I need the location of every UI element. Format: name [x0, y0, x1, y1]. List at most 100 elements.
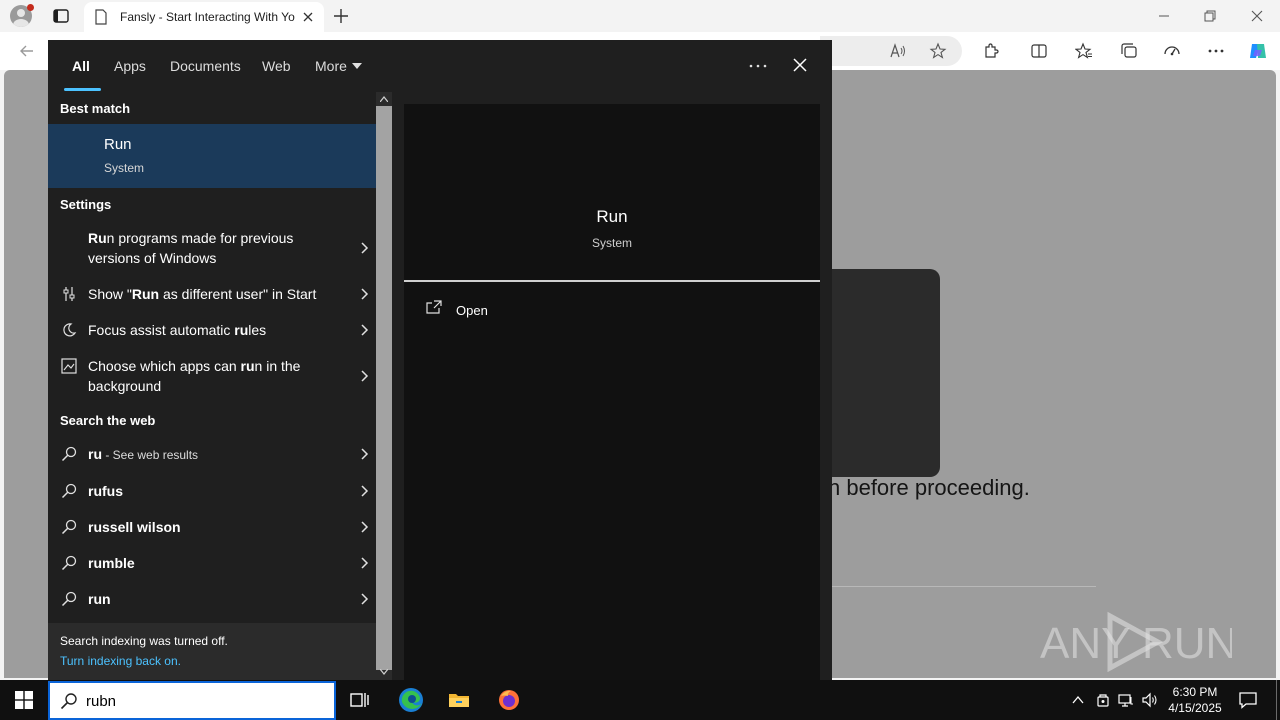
search-icon	[61, 446, 77, 462]
task-view-icon[interactable]	[348, 688, 372, 712]
web-result-item[interactable]: rufus	[48, 481, 376, 505]
web-result-item[interactable]: russell wilson	[48, 517, 376, 541]
settings-item-run-as-different-user[interactable]: Show "Run as different user" in Start	[48, 284, 376, 308]
chevron-down-icon[interactable]	[352, 63, 362, 69]
settings-more-icon[interactable]	[1207, 42, 1225, 60]
settings-item-label: Focus assist automatic rules	[88, 322, 267, 338]
read-aloud-icon[interactable]	[889, 42, 907, 60]
indexing-footer	[48, 623, 376, 680]
volume-icon[interactable]	[1142, 692, 1158, 708]
web-result-item[interactable]: rumble	[48, 553, 376, 577]
settings-item-focus-assist[interactable]: Focus assist automatic rules	[48, 320, 376, 344]
settings-slider-icon	[63, 287, 75, 301]
chevron-right-icon	[361, 324, 369, 336]
web-result-label: ru - See web results	[88, 446, 199, 462]
more-options-icon[interactable]	[748, 64, 768, 68]
scrollbar-thumb[interactable]	[376, 106, 392, 670]
tab-web[interactable]: Web	[262, 58, 291, 74]
restore-icon[interactable]	[1202, 8, 1218, 24]
web-result-label: rufus	[88, 483, 123, 499]
tab-documents[interactable]: Documents	[170, 58, 241, 74]
svg-text:RUN: RUN	[1142, 619, 1232, 668]
detail-subtitle: System	[591, 236, 632, 250]
search-input[interactable]	[86, 689, 326, 713]
best-match-subtitle: System	[104, 161, 145, 175]
active-tab-indicator	[64, 88, 101, 91]
best-match-item[interactable]	[48, 124, 376, 188]
search-icon	[61, 591, 77, 607]
page-instruction-text: n before proceeding.	[828, 475, 1030, 500]
settings-item-label: Choose which apps can run in the backgro…	[88, 358, 301, 394]
minimize-icon[interactable]	[1156, 8, 1172, 24]
svg-text:ANY: ANY	[1040, 619, 1130, 668]
search-icon	[61, 519, 77, 535]
open-action-button[interactable]: Open	[420, 298, 540, 322]
close-icon[interactable]	[793, 58, 807, 72]
edge-browser-icon[interactable]	[398, 687, 424, 713]
settings-item-background-apps[interactable]: Choose which apps can run in the backgro…	[48, 356, 376, 398]
settings-item-label: Run programs made for previous versions …	[88, 230, 294, 266]
tab-close-icon[interactable]	[302, 11, 314, 23]
search-flyout: All Apps Documents Web More Best match R…	[48, 40, 832, 680]
anyrun-watermark-logo: ANY RUN	[1040, 611, 1232, 672]
file-explorer-icon[interactable]	[447, 688, 471, 712]
firefox-icon[interactable]	[497, 688, 521, 712]
search-icon	[60, 693, 77, 710]
clock-date: 4/15/2025	[1168, 701, 1222, 715]
performance-icon[interactable]	[1163, 42, 1181, 60]
chevron-right-icon	[361, 593, 369, 605]
favorite-star-icon[interactable]	[929, 42, 947, 60]
detail-pane	[404, 104, 820, 680]
chevron-up-icon[interactable]	[1070, 692, 1086, 708]
collections-icon[interactable]	[1120, 42, 1138, 60]
taskbar-clock[interactable]: 6:30 PM 4/15/2025	[1160, 684, 1230, 716]
turn-indexing-on-link[interactable]: Turn indexing back on.	[60, 654, 181, 668]
taskbar-search-box[interactable]	[48, 681, 336, 720]
scroll-down-arrow-icon[interactable]	[380, 669, 388, 675]
search-web-header: Search the web	[60, 413, 156, 428]
scroll-up-arrow-icon[interactable]	[380, 96, 388, 102]
split-screen-icon[interactable]	[1030, 42, 1048, 60]
chevron-right-icon	[361, 557, 369, 569]
page-divider	[832, 586, 1096, 587]
chevron-right-icon	[361, 521, 369, 533]
browser-tab[interactable]: Fansly - Start Interacting With Yo	[84, 2, 324, 32]
detail-title: Run	[596, 207, 628, 226]
clock-time: 6:30 PM	[1172, 685, 1218, 699]
chevron-right-icon	[361, 370, 369, 382]
web-result-label: run	[88, 591, 111, 607]
chevron-right-icon	[361, 448, 369, 460]
favorites-icon[interactable]	[1075, 42, 1093, 60]
copilot-icon[interactable]	[1247, 40, 1269, 62]
tab-title: Fansly - Start Interacting With Yo	[120, 10, 295, 24]
window-close-icon[interactable]	[1249, 8, 1265, 24]
tab-actions-icon[interactable]	[52, 7, 70, 25]
security-tray-icon[interactable]	[1095, 692, 1111, 708]
open-action-label: Open	[456, 303, 488, 318]
search-filter-tabs: All Apps Documents Web More	[48, 40, 832, 92]
settings-item-label: Show "Run as different user" in Start	[88, 286, 317, 302]
web-result-item[interactable]: ru - See web results	[48, 444, 376, 468]
tab-more[interactable]: More	[315, 58, 347, 74]
tab-apps[interactable]: Apps	[114, 58, 146, 74]
notification-icon[interactable]	[1238, 690, 1258, 710]
detail-divider	[404, 280, 820, 282]
show-desktop-button[interactable]	[1276, 680, 1277, 720]
settings-item-run-legacy[interactable]: Run programs made for previous versions …	[48, 228, 376, 270]
new-tab-icon[interactable]	[332, 7, 350, 25]
windows-start-icon[interactable]	[14, 690, 34, 710]
web-result-label: russell wilson	[88, 519, 181, 535]
extensions-icon[interactable]	[982, 42, 1000, 60]
page-dark-card	[820, 269, 940, 477]
back-arrow-icon[interactable]	[18, 42, 36, 60]
open-external-icon	[426, 300, 442, 314]
chevron-right-icon	[361, 288, 369, 300]
search-icon	[61, 555, 77, 571]
settings-header: Settings	[60, 197, 112, 212]
network-icon[interactable]	[1118, 692, 1134, 708]
page-icon	[95, 9, 107, 25]
profile-alert-dot	[27, 4, 34, 11]
tab-all[interactable]: All	[72, 58, 90, 74]
web-result-item[interactable]: run	[48, 589, 376, 613]
background-apps-icon	[61, 358, 77, 374]
